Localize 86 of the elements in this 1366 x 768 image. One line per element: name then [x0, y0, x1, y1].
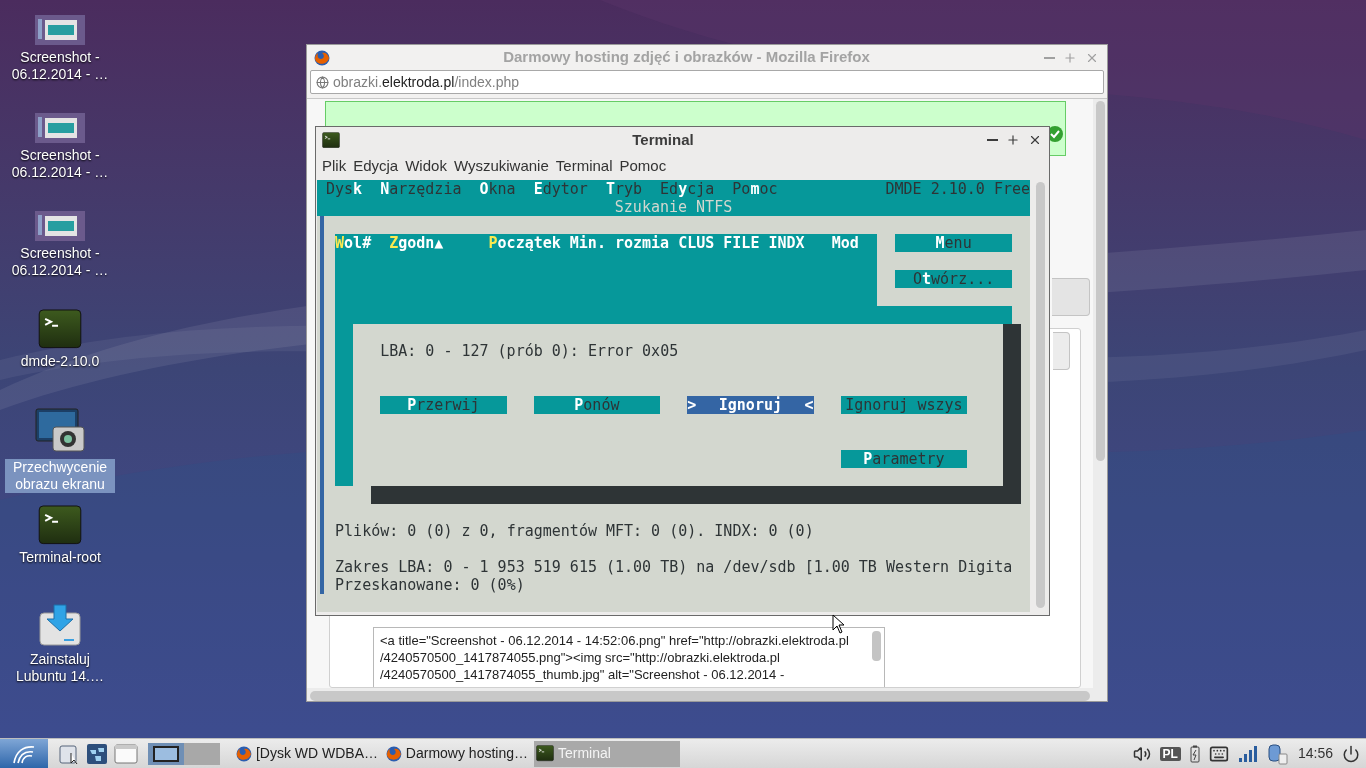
column-header: Początek: [488, 234, 562, 252]
thumbnail-icon: [35, 15, 85, 45]
column-header: Zgodn▲: [389, 234, 445, 252]
column-header: FILE: [723, 234, 761, 252]
firefox-icon: [236, 745, 252, 762]
desktop-icon-label[interactable]: Zainstaluj Lubuntu 14.…: [5, 651, 115, 685]
thumbnail-icon: [35, 211, 85, 241]
minimize-button[interactable]: [986, 138, 999, 142]
status-line: Zakres LBA: 0 - 1 953 519 615 (1.00 TB) na /dev/sdb [1.00 TB Western Digita: [335, 558, 1014, 576]
terminal-icon: [536, 745, 554, 762]
menu-item[interactable]: Dysk: [326, 180, 363, 198]
install-drive-icon: [38, 603, 82, 647]
horizontal-scrollbar[interactable]: [310, 691, 1090, 701]
window-title: Terminal: [631, 129, 695, 150]
column-header: Mod: [831, 234, 860, 252]
window-thumbnail-icon: [153, 745, 179, 762]
task-button[interactable]: [Dysk WD WDBA…: [234, 740, 380, 767]
minimize-icon: [1044, 56, 1055, 59]
mouse-pointer-icon: [832, 614, 846, 634]
menu-item[interactable]: Widok: [405, 155, 447, 178]
menu-item[interactable]: Wyszukiwanie: [453, 155, 549, 178]
drive-icon[interactable]: [1266, 742, 1289, 765]
desktop-icon-label[interactable]: Screenshot - 06.12.2014 - …: [5, 147, 115, 181]
status-line: Przeskanowane: 0 (0%): [335, 576, 526, 594]
menu-item[interactable]: Pomoc: [732, 180, 778, 198]
close-icon: [1028, 133, 1042, 147]
dialog-button[interactable]: Ignoruj wszys: [840, 396, 968, 414]
menu-item[interactable]: Plik: [322, 155, 347, 178]
menu-item[interactable]: Narzędzia: [380, 180, 462, 198]
firefox-icon: [386, 745, 402, 762]
menu-item[interactable]: Edycja: [660, 180, 715, 198]
dialog-button[interactable]: Ponów: [533, 396, 661, 414]
menu-item[interactable]: Okna: [479, 180, 516, 198]
desktop-icon-label[interactable]: Screenshot - 06.12.2014 - …: [5, 49, 115, 83]
desktop-icon-label[interactable]: dmde-2.10.0: [5, 352, 115, 370]
keyboard-layout-indicator[interactable]: PL: [1159, 746, 1181, 761]
screenshot-camera-icon: [35, 407, 85, 455]
terminal-icon: [38, 505, 82, 545]
dialog-title: Szukanie NTFS: [614, 198, 733, 216]
side-button[interactable]: Otwórz...: [894, 270, 1013, 288]
vertical-scrollbar[interactable]: [1035, 182, 1045, 608]
dialog-button[interactable]: Parametry: [840, 450, 968, 468]
scrollbar-thumb[interactable]: [872, 631, 881, 661]
html-code-field[interactable]: <a title="Screenshot - 06.12.2014 - 14:52:06.png" href="http://obrazki.elektroda.pl /4240570500_1417874055.png"><img src="http://obrazki.elektroda.pl /4240570500_1417874055_thumb.jpg" alt="Screenshot - 06.12.2014 -: [373, 627, 885, 687]
start-button[interactable]: [0, 738, 48, 768]
dialog-button[interactable]: > Ignoruj <: [687, 396, 814, 414]
menu-item[interactable]: Pomoc: [619, 155, 667, 178]
window-title: Darmowy hosting zdjęć i obrazków - Mozilla Firefox: [502, 47, 871, 68]
volume-icon[interactable]: [1132, 744, 1151, 763]
side-button[interactable]: Menu: [894, 234, 1013, 252]
maximize-button[interactable]: [1005, 132, 1021, 148]
battery-icon[interactable]: [1189, 744, 1200, 763]
globe-map-icon: [86, 742, 108, 765]
column-header: CLUS: [678, 234, 716, 252]
browser-button[interactable]: [86, 742, 108, 765]
maximize-icon: [1063, 50, 1077, 65]
workspace-button[interactable]: [148, 742, 184, 765]
desktop-icon-label[interactable]: Terminal-root: [5, 548, 115, 566]
address-field[interactable]: obrazki.elektroda.pl/index.php: [310, 70, 1104, 94]
clock[interactable]: 14:56: [1297, 743, 1333, 764]
error-message: LBA: 0 - 127 (prób 0): Error 0x05: [380, 342, 680, 360]
folder-icon: [58, 742, 80, 765]
menu-item[interactable]: Terminal: [555, 155, 613, 178]
window-icon: [114, 742, 138, 765]
column-header: INDX: [768, 234, 806, 252]
menu-item[interactable]: Edycja: [353, 155, 399, 178]
terminal-icon: [38, 309, 82, 349]
firefox-icon: [314, 49, 330, 66]
globe-icon: [316, 75, 329, 89]
task-button[interactable]: Darmowy hosting…: [384, 740, 530, 767]
column-header: Min. rozmia: [569, 234, 671, 252]
terminal-icon: [322, 131, 340, 149]
menu-item[interactable]: Tryb: [605, 180, 643, 198]
column-header: Wol#: [335, 234, 373, 252]
dialog-button[interactable]: Przerwij: [380, 396, 507, 414]
desktop-icon-label[interactable]: Screenshot - 06.12.2014 - …: [5, 245, 115, 279]
version-label: DMDE 2.10.0 Free: [885, 180, 1030, 198]
thumbnail-icon: [35, 113, 85, 143]
vertical-scrollbar[interactable]: [1095, 101, 1105, 461]
status-line: Plików: 0 (0) z 0, fragmentów MFT: 0 (0). INDX: 0 (0): [335, 522, 815, 540]
maximize-icon: [1006, 133, 1020, 147]
window-button[interactable]: [114, 742, 138, 765]
menu-item[interactable]: Edytor: [533, 180, 588, 198]
signal-icon[interactable]: [1237, 744, 1258, 763]
power-icon[interactable]: [1342, 744, 1360, 763]
file-manager-button[interactable]: [58, 742, 80, 765]
